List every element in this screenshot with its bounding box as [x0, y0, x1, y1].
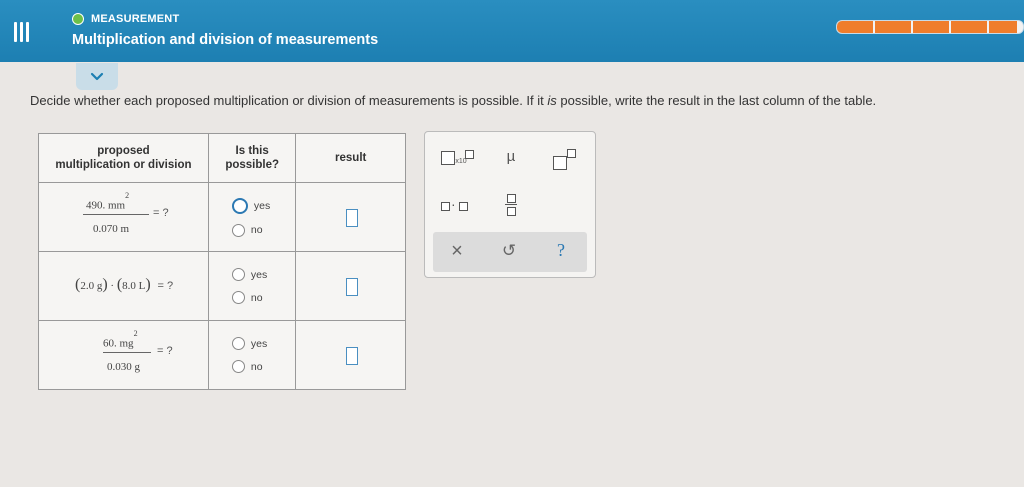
chevron-down-icon [90, 72, 104, 80]
radio-circle-icon [231, 291, 245, 304]
exponent: 2 [133, 329, 138, 338]
expression-cell: (2.0 g) · (8.0 L) = ? [38, 251, 209, 321]
radio-yes[interactable]: yes [231, 197, 294, 214]
radio-yes[interactable]: yes [231, 337, 294, 350]
help-icon: ? [557, 240, 565, 260]
product-expression: (2.0 g) · (8.0 L) = ? [75, 276, 174, 293]
undo-button[interactable]: ↺ [499, 241, 519, 263]
result-input[interactable] [345, 347, 358, 365]
measurement-table: proposed multiplication or division Is th… [38, 133, 406, 390]
radio-circle-icon [231, 268, 245, 281]
radio-circle-icon [231, 360, 245, 373]
micro-symbol-button[interactable]: µ [499, 148, 523, 170]
result-cell [295, 251, 406, 321]
table-row: 60. mg2 0.030 g = ? yes no [38, 320, 406, 390]
table-header-row: proposed multiplication or division Is th… [38, 133, 406, 183]
progress-bar [836, 20, 1024, 34]
equals-question: = ? [153, 207, 169, 219]
instructions-text: Decide whether each proposed multiplicat… [30, 93, 877, 108]
multiply-dot-button[interactable]: · [437, 196, 473, 216]
fraction-bar [103, 352, 151, 353]
close-icon: × [451, 240, 463, 262]
topic-status-icon [72, 13, 84, 25]
palette-action-bar: × ↺ ? [433, 232, 587, 272]
radio-no[interactable]: no [231, 223, 294, 237]
table-row: (2.0 g) · (8.0 L) = ? yes no [38, 251, 406, 321]
header-bar: MEASUREMENT Multiplication and division … [0, 0, 1024, 62]
numerator: 490. mm [86, 199, 126, 212]
column-header-possible: Is this possible? [207, 133, 297, 183]
column-header-proposed: proposed multiplication or division [38, 133, 209, 183]
progress-divider [949, 21, 951, 33]
progress-divider [911, 21, 913, 33]
fraction-button[interactable] [501, 192, 521, 218]
superscript-icon [553, 156, 567, 170]
micro-symbol-icon: µ [506, 148, 516, 165]
radio-yes[interactable]: yes [231, 268, 294, 281]
radio-circle-icon [231, 223, 245, 237]
result-cell [295, 182, 406, 252]
equals-question: = ? [157, 345, 173, 357]
fraction-icon [507, 194, 516, 203]
possible-cell: yes no [207, 251, 297, 321]
result-cell [295, 320, 406, 390]
column-header-result: result [295, 133, 406, 183]
radio-no[interactable]: no [231, 360, 294, 373]
expression-cell: 60. mg2 0.030 g = ? [38, 320, 209, 390]
radio-circle-icon [231, 337, 245, 350]
result-input[interactable] [345, 209, 358, 227]
table-row: 490. mm2 0.070 m = ? yes no [38, 182, 406, 252]
undo-icon: ↺ [501, 241, 517, 260]
result-input[interactable] [345, 278, 358, 296]
help-button[interactable]: ? [551, 240, 571, 262]
topic-label: MEASUREMENT [91, 13, 180, 25]
scientific-notation-icon [441, 151, 456, 165]
expression-cell: 490. mm2 0.070 m = ? [38, 182, 209, 252]
progress-divider [987, 21, 989, 33]
scientific-notation-button[interactable]: x10 [437, 150, 474, 172]
superscript-button[interactable] [549, 147, 579, 171]
denominator: 0.030 g [107, 361, 140, 373]
exponent: 2 [125, 191, 130, 200]
progress-fill [837, 21, 1018, 33]
fraction-bar [83, 214, 149, 215]
numerator: 60. mg [103, 337, 134, 350]
topic-row: MEASUREMENT [72, 13, 179, 25]
page-title: Multiplication and division of measureme… [72, 32, 379, 48]
menu-icon[interactable] [12, 22, 32, 42]
possible-cell: yes no [207, 320, 297, 390]
clear-button[interactable]: × [447, 240, 467, 262]
denominator: 0.070 m [93, 223, 130, 235]
math-palette: x10 µ · × ↺ ? [424, 131, 596, 278]
multiply-dot-icon [441, 202, 450, 211]
collapse-button[interactable] [76, 63, 118, 90]
progress-divider [873, 21, 875, 33]
radio-circle-icon [231, 197, 248, 214]
possible-cell: yes no [207, 182, 297, 252]
radio-no[interactable]: no [231, 291, 294, 304]
